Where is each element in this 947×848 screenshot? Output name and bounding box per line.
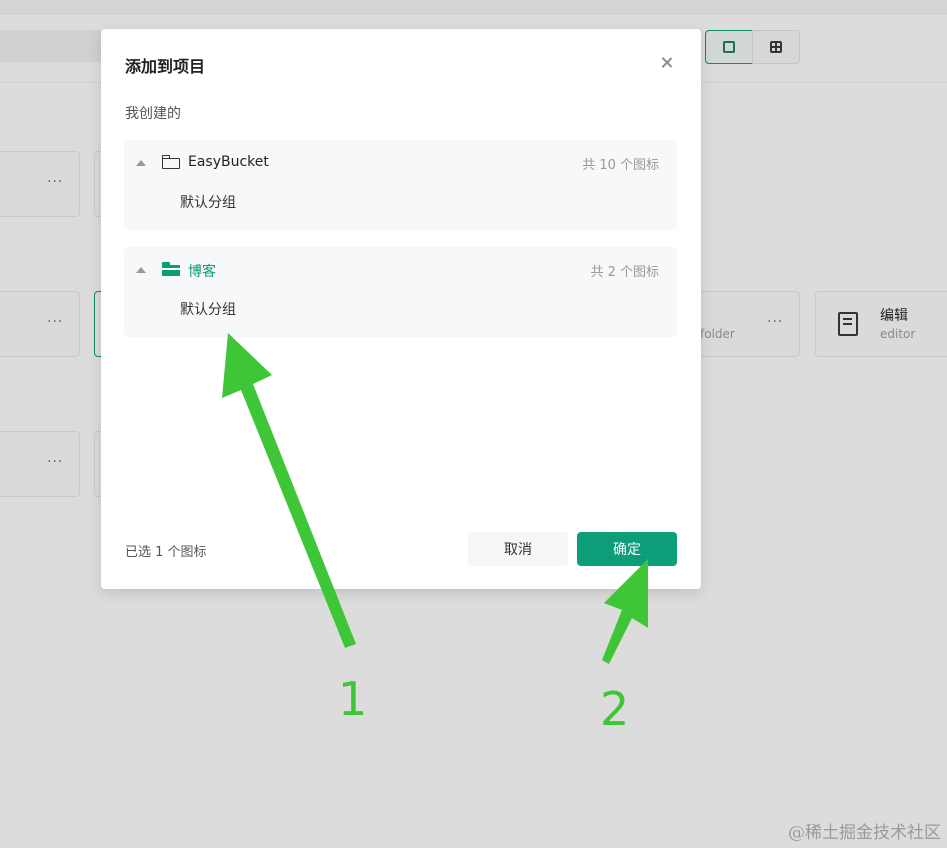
top-bar (0, 0, 947, 14)
list-view-toggle[interactable] (705, 30, 753, 64)
grid-view-icon (770, 41, 782, 53)
project-name: 博客 (188, 264, 216, 280)
cancel-button[interactable]: 取消 (468, 532, 568, 566)
project-item-blog[interactable]: 博客 共 2 个图标 默认分组 (124, 247, 677, 337)
editor-card-title: 编辑 (880, 308, 908, 324)
more-icon[interactable]: ··· (767, 314, 783, 330)
icon-card-editor[interactable]: 编辑 editor (815, 291, 947, 357)
watermark: @稀土掘金技术社区 (788, 823, 941, 843)
icon-card-folder[interactable]: ··· (690, 291, 800, 357)
icon-card[interactable]: ··· (0, 431, 80, 497)
project-name: EasyBucket (188, 154, 269, 170)
confirm-button[interactable]: 确定 (577, 532, 677, 566)
more-icon[interactable]: ··· (47, 174, 63, 190)
editor-icon (838, 312, 858, 336)
project-icon-count: 共 2 个图标 (590, 265, 659, 280)
selected-count: 已选 1 个图标 (125, 545, 207, 560)
group-item[interactable]: 默认分组 (180, 192, 236, 212)
annotation-label-2: 2 (600, 682, 630, 736)
close-icon[interactable] (657, 53, 677, 73)
more-icon[interactable]: ··· (47, 454, 63, 470)
add-to-project-dialog: 添加到项目 我创建的 EasyBucket 共 10 个图标 默认分组 博客 共… (101, 29, 701, 589)
grid-view-toggle[interactable] (752, 30, 800, 64)
project-item-easybucket[interactable]: EasyBucket 共 10 个图标 默认分组 (124, 140, 677, 230)
folder-icon (162, 155, 180, 169)
annotation-label-1: 1 (338, 672, 368, 726)
dialog-title: 添加到项目 (125, 57, 206, 76)
folder-icon (162, 262, 180, 276)
search-bar[interactable] (0, 30, 110, 62)
icon-card[interactable]: ··· (0, 291, 80, 357)
caret-up-icon[interactable] (136, 160, 146, 166)
caret-up-icon[interactable] (136, 267, 146, 273)
more-icon[interactable]: ··· (47, 314, 63, 330)
group-item[interactable]: 默认分组 (180, 299, 236, 319)
editor-card-subtitle: editor (880, 327, 916, 341)
section-label: 我创建的 (125, 106, 181, 122)
folder-card-label: folder (700, 327, 735, 341)
list-view-icon (723, 41, 735, 53)
icon-card[interactable]: ··· (0, 151, 80, 217)
project-icon-count: 共 10 个图标 (582, 158, 659, 173)
